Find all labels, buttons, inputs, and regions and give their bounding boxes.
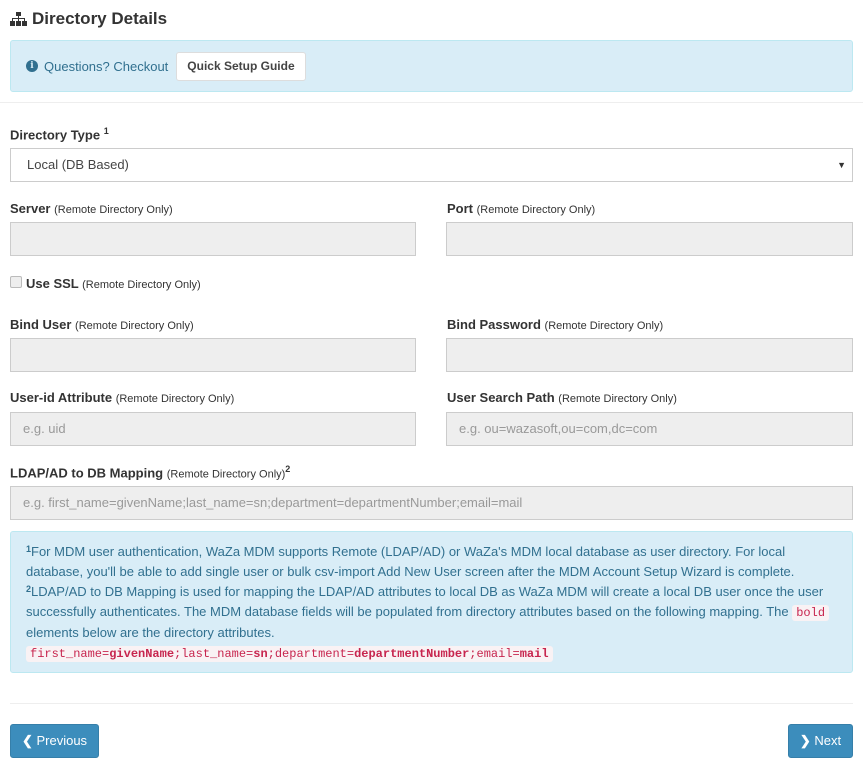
page-title: Directory Details — [10, 9, 167, 29]
user-search-path-input[interactable]: e.g. ou=wazasoft,ou=com,dc=com — [446, 412, 853, 446]
server-input[interactable] — [10, 222, 416, 256]
divider — [10, 703, 853, 704]
user-id-attribute-label: User-id Attribute (Remote Directory Only… — [10, 390, 235, 405]
divider — [0, 102, 863, 103]
port-label: Port (Remote Directory Only) — [447, 201, 596, 216]
help-alert: i Questions? Checkout Quick Setup Guide — [10, 40, 853, 92]
bold-code: bold — [792, 605, 830, 621]
user-search-path-label: User Search Path (Remote Directory Only) — [447, 390, 677, 405]
footnote-info: 1For MDM user authentication, WaZa MDM s… — [10, 531, 853, 673]
bind-user-input[interactable] — [10, 338, 416, 372]
previous-button[interactable]: ❮ Previous — [10, 724, 99, 758]
quick-setup-guide-button[interactable]: Quick Setup Guide — [176, 51, 306, 81]
mapping-label: LDAP/AD to DB Mapping (Remote Directory … — [10, 464, 291, 481]
chevron-left-icon: ❮ — [21, 733, 33, 748]
directory-type-label: Directory Type 1 — [10, 126, 109, 143]
info-icon: i — [26, 60, 38, 72]
mapping-code: first_name=givenName;last_name=sn;depart… — [26, 646, 553, 662]
sitemap-icon — [10, 12, 27, 26]
chevron-right-icon: ❯ — [799, 733, 811, 748]
directory-type-select[interactable]: Local (DB Based) ▼ — [10, 148, 853, 182]
server-label: Server (Remote Directory Only) — [10, 201, 173, 216]
user-id-attribute-input[interactable]: e.g. uid — [10, 412, 416, 446]
next-button[interactable]: ❯ Next — [788, 724, 853, 758]
use-ssl-checkbox[interactable] — [10, 276, 22, 288]
bind-password-label: Bind Password (Remote Directory Only) — [447, 317, 664, 332]
use-ssl-label: Use SSL (Remote Directory Only) — [26, 276, 201, 291]
caret-down-icon: ▼ — [837, 160, 846, 170]
port-input[interactable] — [446, 222, 853, 256]
bind-password-input[interactable] — [446, 338, 853, 372]
page-title-text: Directory Details — [32, 9, 168, 28]
mapping-input[interactable]: e.g. first_name=givenName;last_name=sn;d… — [10, 486, 853, 520]
bind-user-label: Bind User (Remote Directory Only) — [10, 317, 194, 332]
alert-text: Questions? Checkout — [44, 58, 169, 74]
